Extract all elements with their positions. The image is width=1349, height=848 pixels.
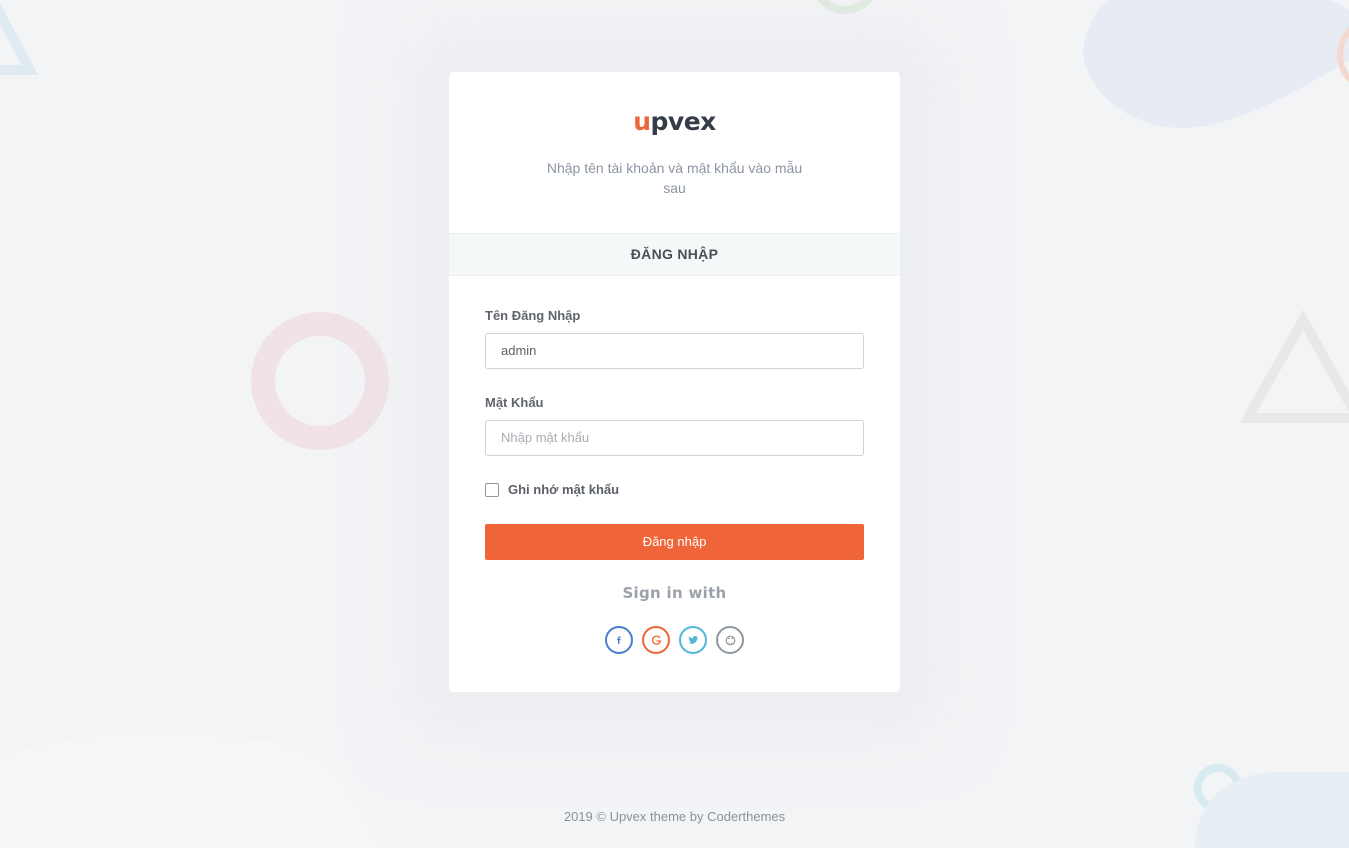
ring-shape xyxy=(251,312,389,450)
blob-shape xyxy=(1083,0,1349,129)
remember-checkbox[interactable] xyxy=(485,482,499,497)
facebook-icon xyxy=(617,636,621,644)
login-button[interactable]: Đăng nhập xyxy=(485,524,864,560)
logo-letters-rest: pvex xyxy=(650,106,717,136)
ring-shape xyxy=(817,0,873,14)
brand-logo: upvex xyxy=(449,106,900,136)
remember-label[interactable]: Ghi nhớ mật khẩu xyxy=(508,482,619,497)
remember-row: Ghi nhớ mật khẩu xyxy=(485,482,619,497)
social-buttons xyxy=(449,626,900,654)
google-button[interactable] xyxy=(642,626,670,654)
logo-text: upvex xyxy=(633,107,716,136)
login-form: Tên Đăng Nhập admin Mật Khẩu Nhập mật kh… xyxy=(449,276,900,692)
wave-shape xyxy=(0,734,380,848)
username-label: Tên Đăng Nhập xyxy=(485,308,581,323)
google-icon xyxy=(651,635,661,645)
twitter-icon xyxy=(687,636,698,644)
page-footer: 2019 © Upvex theme by Coderthemes xyxy=(563,809,786,824)
social-heading: Sign in with xyxy=(622,584,727,602)
login-card: upvex Nhập tên tài khoản và mật khẩu vào… xyxy=(449,72,900,692)
twitter-button[interactable] xyxy=(679,626,707,654)
github-button[interactable] xyxy=(716,626,744,654)
facebook-button[interactable] xyxy=(605,626,633,654)
section-title: ĐĂNG NHẬP xyxy=(449,233,900,276)
logo-letter-u: u xyxy=(633,106,651,136)
ring-shape xyxy=(1337,27,1349,83)
password-input[interactable]: Nhập mật khẩu xyxy=(485,420,864,456)
triangle-shape xyxy=(0,3,39,75)
username-input[interactable]: admin xyxy=(485,333,864,369)
ring-shape xyxy=(1194,764,1242,812)
password-label: Mật Khẩu xyxy=(485,395,544,410)
card-header: upvex Nhập tên tài khoản và mật khẩu vào… xyxy=(449,72,900,233)
login-subtitle: Nhập tên tài khoản và mật khẩu vào mẫu s… xyxy=(546,160,803,196)
github-icon xyxy=(725,635,735,645)
triangle-shape xyxy=(1239,309,1349,423)
